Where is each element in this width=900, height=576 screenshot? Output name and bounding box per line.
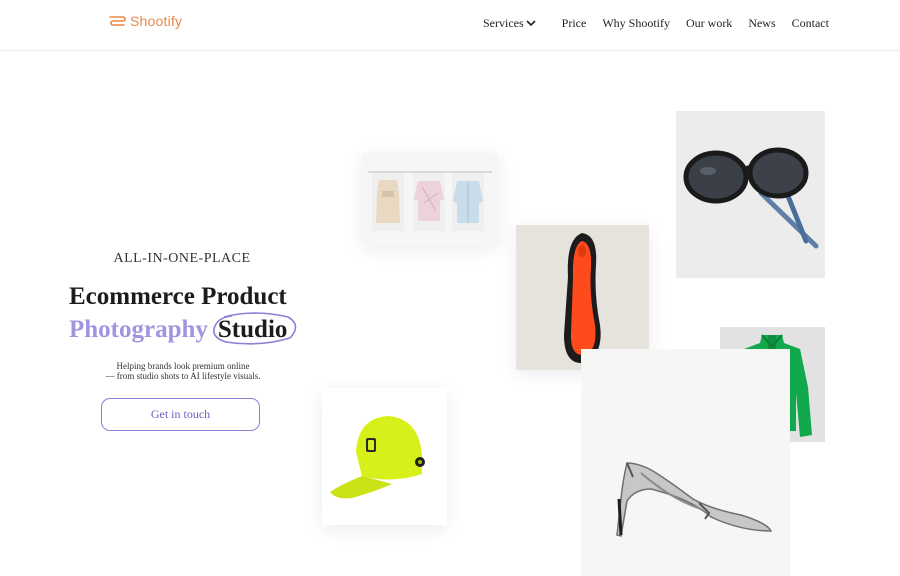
hero-headline-circled-text: Studio: [217, 316, 288, 343]
logo-icon: [109, 14, 127, 28]
hero-headline-circled: Studio: [212, 312, 297, 345]
nav-item-price[interactable]: Price: [562, 16, 587, 31]
logo-text: Shootify: [130, 13, 183, 29]
silver-heel-photo: [581, 349, 790, 576]
nav-item-news[interactable]: News: [748, 16, 775, 31]
nav-item-why-shootify[interactable]: Why Shootify: [602, 16, 670, 31]
logo[interactable]: Shootify: [109, 13, 182, 29]
hero-headline-line2: Photography Studio: [69, 312, 297, 345]
hero-headline: Ecommerce Product: [69, 283, 287, 310]
hero-subtext-line1: Helping brands look premium online: [116, 361, 250, 371]
green-cap-photo: [322, 388, 447, 525]
clothing-rack-photo: [362, 153, 498, 245]
nav-item-contact[interactable]: Contact: [792, 16, 829, 31]
hero-subtext: Helping brands look premium online — fro…: [90, 361, 276, 381]
chevron-down-icon: [526, 16, 536, 31]
get-in-touch-button[interactable]: Get in touch: [101, 398, 260, 431]
sunglasses-photo: [676, 111, 825, 278]
nav-item-services[interactable]: Services: [483, 16, 536, 31]
nav-item-label: Services: [483, 16, 524, 30]
hero-subtext-line2: — from studio shots to AI lifestyle visu…: [105, 371, 261, 381]
site-header: Shootify Services Price Why Shootify Our…: [0, 0, 900, 51]
hero-headline-accent: Photography: [69, 316, 208, 343]
hero-eyebrow: ALL-IN-ONE-PLACE: [113, 251, 251, 266]
main-nav: Services Price Why Shootify Our work New…: [483, 16, 829, 31]
nav-item-our-work[interactable]: Our work: [686, 16, 732, 31]
